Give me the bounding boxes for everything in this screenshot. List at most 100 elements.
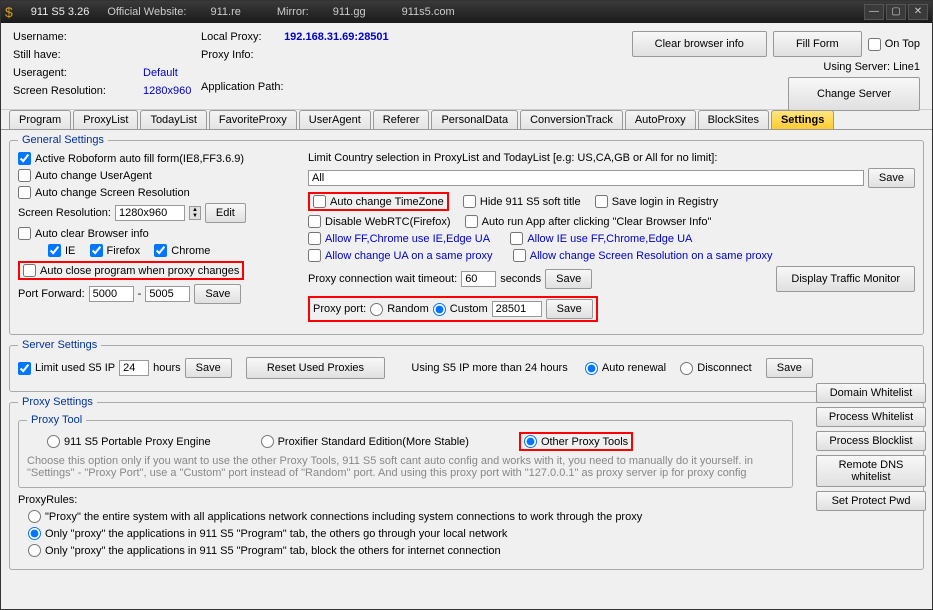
portforward-label: Port Forward: [18,288,85,300]
allow-ie-ff-checkbox[interactable]: Allow IE use FF,Chrome,Edge UA [510,232,692,245]
port-custom-radio[interactable]: Custom [433,303,488,316]
conn-timeout-input[interactable] [461,271,496,287]
clear-browser-button[interactable]: Clear browser info [632,31,767,57]
useragent-value[interactable]: Default [143,67,178,79]
sr-label: Screen Resolution: [18,207,111,219]
screenres-value: 1280x960 [143,85,191,97]
sr-input[interactable] [115,205,185,221]
allow-sr-same-checkbox[interactable]: Allow change Screen Resolution on a same… [513,249,773,262]
ss-save2-button[interactable]: Save [766,358,813,378]
process-whitelist-button[interactable]: Process Whitelist [816,407,926,427]
tab-settings[interactable]: Settings [771,110,834,129]
proxy-tool-legend: Proxy Tool [27,414,86,426]
tab-todaylist[interactable]: TodayList [140,110,206,129]
close-button[interactable]: ✕ [908,4,928,20]
autorun-checkbox[interactable]: Auto run App after clicking "Clear Brows… [465,215,712,228]
chrome-checkbox[interactable]: Chrome [154,244,210,257]
tab-useragent[interactable]: UserAgent [299,110,371,129]
allow-ff-ie-checkbox[interactable]: Allow FF,Chrome use IE,Edge UA [308,232,490,245]
sr-spinner[interactable]: ▲▼ [189,206,201,220]
localproxy-label: Local Proxy: [201,31,281,43]
using-more-label: Using S5 IP more than 24 hours [411,362,567,374]
disable-webrtc-checkbox[interactable]: Disable WebRTC(Firefox) [308,215,451,228]
minimize-button[interactable]: — [864,4,884,20]
apppath-label: Application Path: [201,81,284,93]
tab-personaldata[interactable]: PersonalData [431,110,518,129]
pf-to-input[interactable] [145,286,190,302]
titlebar: $ 911 S5 3.26 Official Website: 911.re M… [1,1,932,23]
remote-dns-button[interactable]: Remote DNS whitelist [816,455,926,487]
proxyinfo-label: Proxy Info: [201,49,254,61]
pf-save-button[interactable]: Save [194,284,241,304]
server-settings: Server Settings Limit used S5 IP hours S… [9,339,924,392]
domain-whitelist-button[interactable]: Domain Whitelist [816,383,926,403]
tab-referer[interactable]: Referer [373,110,430,129]
tab-proxylist[interactable]: ProxyList [73,110,138,129]
sr-edit-button[interactable]: Edit [205,203,246,223]
auto-ua-checkbox[interactable]: Auto change UserAgent [18,169,152,182]
process-blocklist-button[interactable]: Process Blocklist [816,431,926,451]
proxy-tool-opt3[interactable]: Other Proxy Tools [524,435,628,448]
tab-autoproxy[interactable]: AutoProxy [625,110,696,129]
ss-save-button[interactable]: Save [185,358,232,378]
port-input[interactable] [492,301,542,317]
mirror-label: Mirror: 911.gg [277,6,384,18]
reset-proxies-button[interactable]: Reset Used Proxies [246,357,385,379]
proxy-tool-note: Choose this option only if you want to u… [27,455,784,479]
save-reg-checkbox[interactable]: Save login in Registry [595,195,718,208]
app-window: $ 911 S5 3.26 Official Website: 911.re M… [0,0,933,610]
app-icon: $ [5,4,13,20]
proxyrule-1[interactable]: "Proxy" the entire system with all appli… [28,510,642,523]
limit-country-label: Limit Country selection in ProxyList and… [308,152,717,164]
limit-save-button[interactable]: Save [868,168,915,188]
tab-blocksites[interactable]: BlockSites [698,110,769,129]
tab-program[interactable]: Program [9,110,71,129]
auto-clear-checkbox[interactable]: Auto clear Browser info [18,227,149,240]
localproxy-value: 192.168.31.69:28501 [284,31,389,43]
pf-from-input[interactable] [89,286,134,302]
window-controls: — ▢ ✕ [864,4,928,20]
allow-ua-same-checkbox[interactable]: Allow change UA on a same proxy [308,249,493,262]
info-area: Username: Still have: Useragent:Default … [1,23,932,110]
tab-favoriteproxy[interactable]: FavoriteProxy [209,110,297,129]
auto-renewal-radio[interactable]: Auto renewal [585,362,666,375]
traffic-monitor-button[interactable]: Display Traffic Monitor [776,266,915,292]
auto-tz-checkbox[interactable]: Auto change TimeZone [313,195,444,208]
timeout-save-button[interactable]: Save [545,269,592,289]
proxy-tool-opt1[interactable]: 911 S5 Portable Proxy Engine [47,435,211,448]
disconnect-radio[interactable]: Disconnect [680,362,751,375]
on-top-checkbox[interactable]: On Top [868,38,920,51]
firefox-checkbox[interactable]: Firefox [90,244,141,257]
auto-sr-checkbox[interactable]: Auto change Screen Resolution [18,186,190,199]
fill-form-button[interactable]: Fill Form [773,31,862,57]
proxyrule-2[interactable]: Only "proxy" the applications in 911 S5 … [28,527,507,540]
seconds-label: seconds [500,273,541,285]
change-server-button[interactable]: Change Server [788,77,920,111]
limit-country-input[interactable] [308,170,864,186]
website-label: Official Website: 911.re [107,6,259,18]
general-settings-legend: General Settings [18,134,108,146]
proxy-tool-opt2[interactable]: Proxifier Standard Edition(More Stable) [261,435,469,448]
port-random-radio[interactable]: Random [370,303,429,316]
useragent-label: Useragent: [13,67,143,79]
protect-pwd-button[interactable]: Set Protect Pwd [816,491,926,511]
roboform-checkbox[interactable]: Active Roboform auto fill form(IE8,FF3.6… [18,152,244,165]
maximize-button[interactable]: ▢ [886,4,906,20]
proxyport-label: Proxy port: [313,303,366,315]
hours-input[interactable] [119,360,149,376]
limit-ip-checkbox[interactable]: Limit used S5 IP [18,362,115,375]
tab-conversiontrack[interactable]: ConversionTrack [520,110,623,129]
username-label: Username: [13,31,143,43]
conn-timeout-label: Proxy connection wait timeout: [308,273,457,285]
using-server-label: Using Server: Line1 [823,61,920,73]
port-save-button[interactable]: Save [546,299,593,319]
hours-label: hours [153,362,181,374]
proxy-tool: Proxy Tool 911 S5 Portable Proxy Engine … [18,414,793,488]
server-settings-legend: Server Settings [18,339,101,351]
ie-checkbox[interactable]: IE [48,244,75,257]
auto-close-checkbox[interactable]: Auto close program when proxy changes [23,264,239,277]
proxyrule-3[interactable]: Only "proxy" the applications in 911 S5 … [28,544,501,557]
hide-title-checkbox[interactable]: Hide 911 S5 soft title [463,195,581,208]
tabs: Program ProxyList TodayList FavoriteProx… [1,110,932,130]
proxy-settings: Proxy Settings Proxy Tool 911 S5 Portabl… [9,396,924,570]
